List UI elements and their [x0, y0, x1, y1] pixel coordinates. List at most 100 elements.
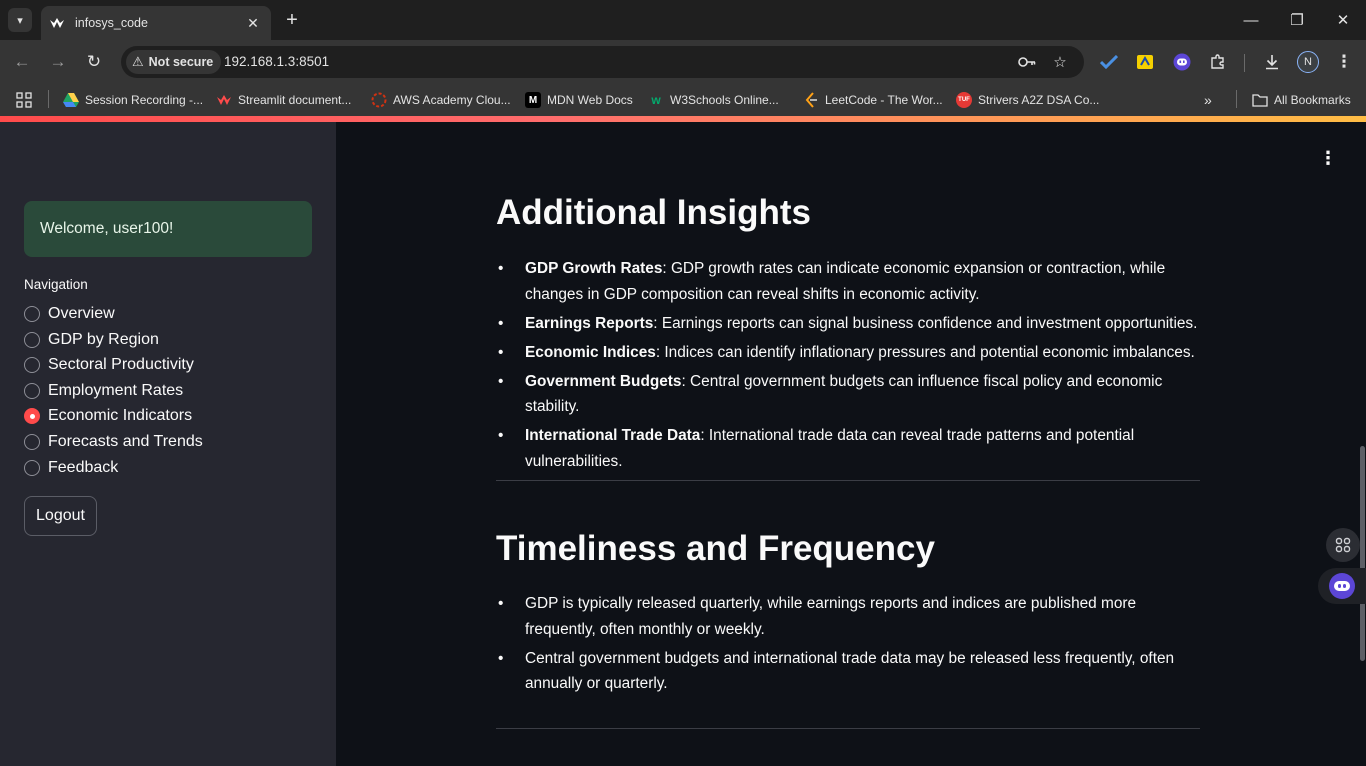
main-content: ⋮ Additional Insights GDP Growth Rates: …	[336, 122, 1366, 766]
floating-bot-button[interactable]	[1318, 568, 1366, 604]
nav-option-gdp-by-region[interactable]: GDP by Region	[24, 328, 159, 352]
mdn-icon: M	[525, 92, 541, 108]
nav-option-feedback[interactable]: Feedback	[24, 456, 118, 480]
radio-button[interactable]	[24, 357, 40, 373]
key-icon[interactable]	[1017, 52, 1037, 72]
bookmark-label: MDN Web Docs	[547, 93, 633, 107]
new-tab-button[interactable]: +	[280, 8, 304, 32]
radio-button[interactable]	[24, 306, 40, 322]
bookmark-label: Session Recording -...	[85, 93, 204, 107]
w3schools-icon: w	[651, 93, 661, 107]
nav-option-label: GDP by Region	[48, 331, 159, 348]
back-button[interactable]: ←	[10, 50, 34, 74]
aws-academy-icon	[371, 92, 387, 108]
toolbar-divider	[1244, 54, 1245, 72]
bookmark-label: AWS Academy Clou...	[393, 93, 511, 107]
radio-button[interactable]	[24, 332, 40, 348]
radio-button-selected[interactable]	[24, 408, 40, 424]
browser-tabstrip: ▾ infosys_code ✕ + — ❐ ✕	[0, 0, 1366, 40]
bookmark-leetcode[interactable]: LeetCode - The Wor...	[803, 90, 943, 110]
bookmark-w3schools[interactable]: w W3Schools Online...	[648, 90, 779, 110]
insight-term: Government Budgets	[525, 372, 682, 390]
more-menu-icon[interactable]: ⋮	[1333, 51, 1355, 73]
main-menu-icon[interactable]: ⋮	[1316, 146, 1340, 170]
logout-button[interactable]: Logout	[24, 496, 97, 536]
timeliness-list: GDP is typically released quarterly, whi…	[496, 591, 1200, 700]
streamlit-favicon-icon	[49, 15, 65, 31]
restore-button[interactable]: ❐	[1274, 0, 1320, 40]
address-bar[interactable]: ⚠ Not secure 192.168.1.3:8501 ☆	[121, 46, 1084, 78]
extension-yellow-icon[interactable]	[1134, 51, 1156, 73]
browser-toolbar: ← → ↻ ⚠ Not secure 192.168.1.3:8501 ☆ N …	[0, 40, 1366, 84]
bookmark-label: LeetCode - The Wor...	[825, 93, 943, 107]
profile-avatar[interactable]: N	[1297, 51, 1319, 73]
nav-option-forecasts-and-trends[interactable]: Forecasts and Trends	[24, 430, 203, 454]
drive-icon	[63, 92, 79, 108]
nav-option-label: Feedback	[48, 459, 119, 476]
welcome-message: Welcome, user100!	[24, 201, 312, 257]
chevron-down-icon: ▾	[17, 14, 23, 27]
bookmark-streamlit-docs[interactable]: Streamlit document...	[216, 90, 351, 110]
bookmark-session-recording[interactable]: Session Recording -...	[63, 90, 203, 110]
nav-option-economic-indicators[interactable]: Economic Indicators	[24, 404, 192, 428]
section-divider	[496, 480, 1200, 481]
scrollbar-thumb[interactable]	[1360, 446, 1365, 661]
nav-option-employment-rates[interactable]: Employment Rates	[24, 379, 183, 403]
additional-insights-heading: Additional Insights	[496, 193, 811, 232]
navigation-label: Navigation	[24, 277, 88, 292]
radio-button[interactable]	[24, 383, 40, 399]
list-item: International Trade Data: International …	[496, 423, 1200, 474]
bookmark-mdn[interactable]: M MDN Web Docs	[525, 90, 633, 110]
list-item: Economic Indices: Indices can identify i…	[496, 340, 1200, 366]
nav-option-overview[interactable]: Overview	[24, 302, 115, 326]
forward-button[interactable]: →	[46, 50, 70, 74]
list-item: Government Budgets: Central government b…	[496, 369, 1200, 420]
insight-text: : Indices can identify inflationary pres…	[655, 343, 1195, 361]
nav-option-label: Forecasts and Trends	[48, 433, 203, 450]
url-text[interactable]: 192.168.1.3:8501	[224, 54, 329, 69]
grid-icon	[1335, 537, 1351, 553]
all-bookmarks-label: All Bookmarks	[1274, 93, 1351, 107]
bookmark-label: W3Schools Online...	[670, 93, 779, 107]
insight-term: International Trade Data	[525, 427, 701, 444]
bot-extension-icon[interactable]	[1171, 51, 1193, 73]
minimize-button[interactable]: —	[1228, 0, 1274, 40]
download-icon[interactable]	[1261, 51, 1283, 73]
streamlit-icon	[216, 92, 232, 108]
bookmarks-bar: Session Recording -... Streamlit documen…	[0, 84, 1366, 116]
tab-search-button[interactable]: ▾	[8, 8, 32, 32]
bot-icon	[1329, 573, 1355, 599]
strivers-icon: TUF	[956, 92, 972, 108]
warning-icon: ⚠	[132, 54, 144, 69]
puzzle-icon[interactable]	[1207, 51, 1229, 73]
bookmark-aws-academy[interactable]: AWS Academy Clou...	[371, 90, 511, 110]
nav-option-sectoral-productivity[interactable]: Sectoral Productivity	[24, 353, 194, 377]
window-close-button[interactable]: ✕	[1320, 0, 1366, 40]
folder-icon	[1252, 92, 1268, 108]
all-bookmarks-button[interactable]: All Bookmarks	[1252, 90, 1351, 110]
browser-tab[interactable]: infosys_code ✕	[41, 6, 271, 40]
floating-grid-button[interactable]	[1326, 528, 1360, 562]
insight-term: Economic Indices	[525, 343, 656, 361]
bookmarks-divider	[48, 90, 49, 108]
list-item: GDP is typically released quarterly, whi…	[496, 591, 1200, 642]
close-icon[interactable]: ✕	[243, 15, 263, 32]
security-label: Not secure	[148, 55, 214, 69]
insights-list: GDP Growth Rates: GDP growth rates can i…	[496, 256, 1200, 478]
radio-button[interactable]	[24, 460, 40, 476]
tab-title: infosys_code	[75, 16, 148, 30]
leetcode-icon	[803, 92, 819, 108]
list-item: Earnings Reports: Earnings reports can s…	[496, 311, 1200, 337]
sidebar: Welcome, user100! Navigation Overview GD…	[0, 122, 336, 766]
radio-button[interactable]	[24, 434, 40, 450]
reload-button[interactable]: ↻	[82, 50, 106, 74]
bookmark-strivers[interactable]: TUF Strivers A2Z DSA Co...	[956, 90, 1099, 110]
bookmarks-overflow-icon[interactable]: »	[1204, 90, 1212, 110]
checkmark-extension-icon[interactable]	[1098, 51, 1120, 73]
apps-grid-icon[interactable]	[16, 90, 32, 110]
nav-option-label: Economic Indicators	[48, 407, 193, 424]
security-chip[interactable]: ⚠ Not secure	[126, 50, 222, 74]
section-divider	[496, 728, 1200, 729]
scrollbar[interactable]	[1358, 122, 1366, 766]
star-icon[interactable]: ☆	[1050, 52, 1070, 72]
